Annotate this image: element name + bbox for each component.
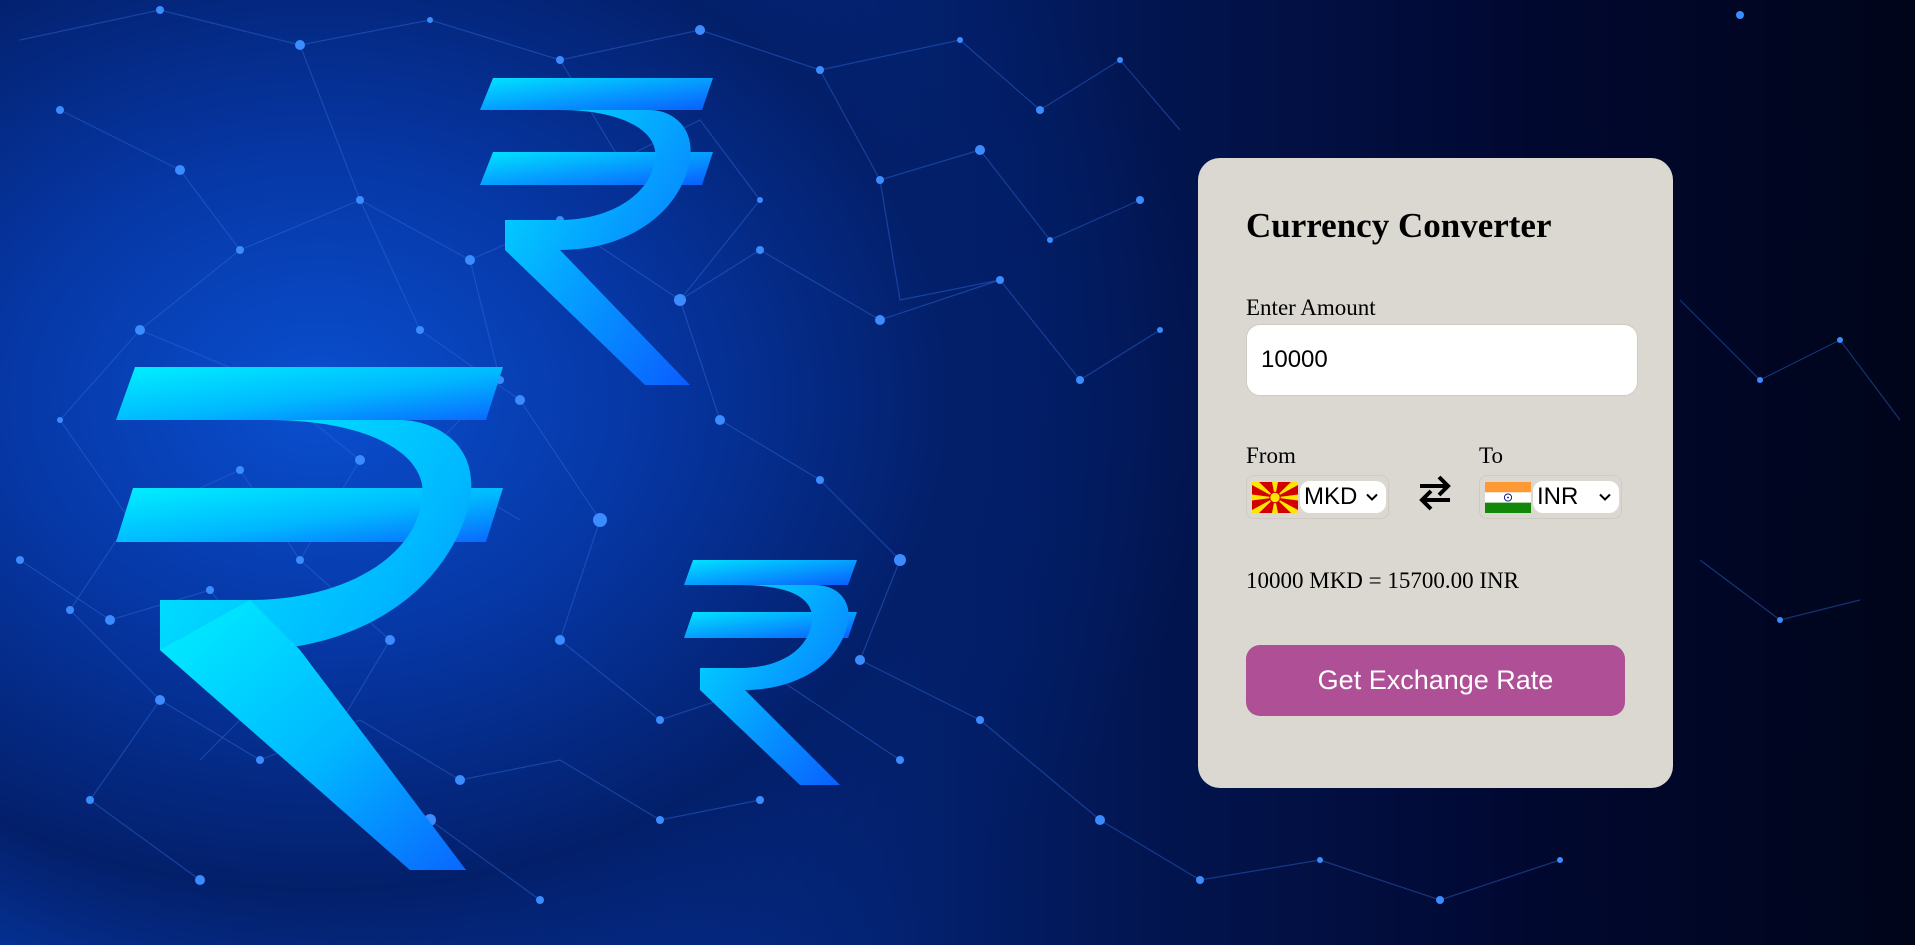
from-label: From — [1246, 443, 1296, 468]
to-currency-value: INR — [1537, 483, 1579, 510]
converter-card: Currency Converter Enter Amount From — [1198, 158, 1673, 788]
amount-label: Enter Amount — [1246, 295, 1376, 320]
swap-arrows-icon[interactable] — [1417, 471, 1453, 515]
rupee-symbol-small — [684, 560, 857, 785]
chevron-down-icon — [1366, 493, 1378, 501]
from-currency-value: MKD — [1304, 483, 1358, 510]
rupee-symbol-large — [116, 367, 503, 870]
to-label: To — [1479, 443, 1503, 468]
to-currency-dropdown[interactable]: INR — [1533, 481, 1619, 513]
macedonia-flag-icon — [1252, 481, 1298, 513]
to-currency-select[interactable]: INR — [1479, 475, 1622, 519]
page: Currency Converter Enter Amount From — [0, 0, 1915, 947]
chevron-down-icon — [1599, 493, 1611, 501]
amount-input[interactable] — [1246, 324, 1638, 396]
rupee-symbol-medium — [480, 78, 713, 385]
india-flag-icon — [1485, 481, 1531, 513]
from-currency-select[interactable]: MKD — [1246, 475, 1389, 519]
converter-title: Currency Converter — [1246, 206, 1552, 245]
get-exchange-rate-button[interactable]: Get Exchange Rate — [1246, 645, 1625, 716]
from-currency-dropdown[interactable]: MKD — [1300, 481, 1386, 513]
exchange-result: 10000 MKD = 15700.00 INR — [1246, 568, 1520, 593]
